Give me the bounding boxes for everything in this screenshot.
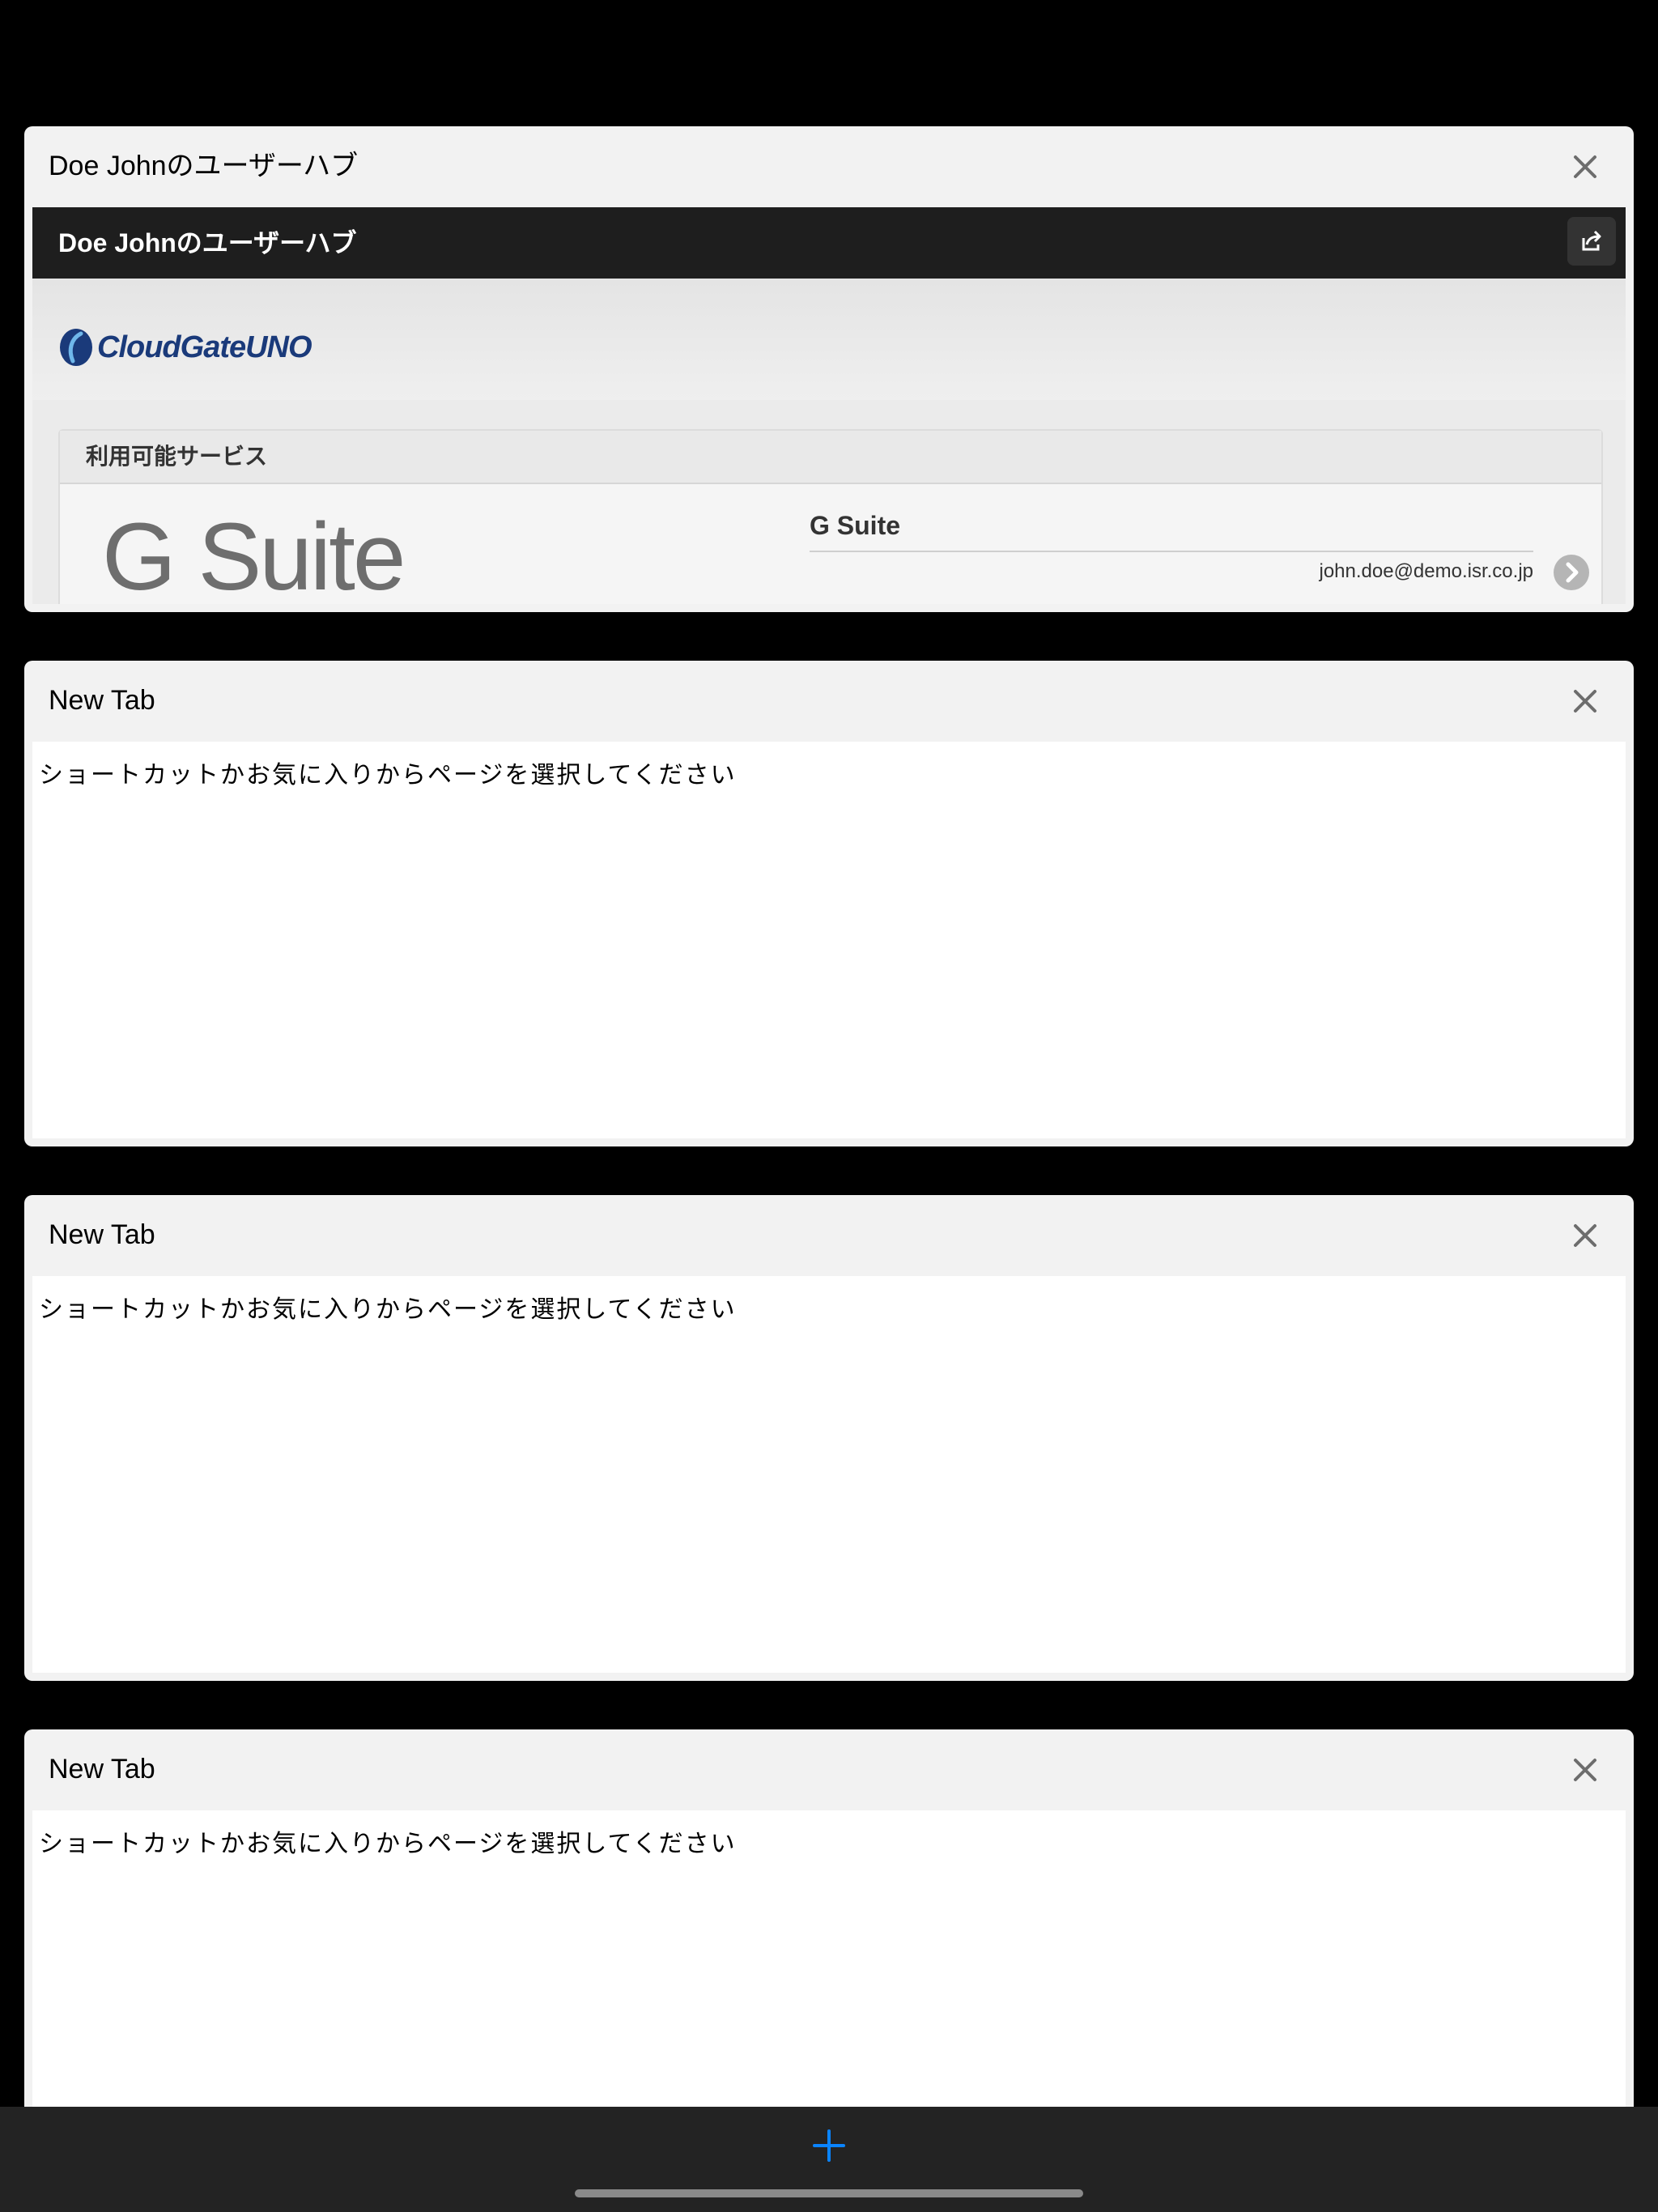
divider	[810, 551, 1533, 552]
tab-title: Doe Johnのユーザーハブ	[49, 151, 359, 181]
logo-text: CloudGateUNO	[97, 330, 312, 364]
available-services-panel: 利用可能サービス G Suite G Suite john.doe@demo.i…	[58, 429, 1603, 604]
tab-header: New Tab	[24, 1195, 1634, 1276]
close-icon[interactable]	[1567, 1218, 1603, 1253]
gsuite-logo: G Suite	[102, 504, 406, 604]
tab-card-user-hub[interactable]: Doe Johnのユーザーハブ Doe Johnのユーザーハブ CloudGat…	[24, 126, 1634, 612]
share-icon	[1582, 230, 1601, 251]
services-header: 利用可能サービス	[60, 431, 1601, 484]
close-icon[interactable]	[1567, 683, 1603, 719]
tab-title: New Tab	[49, 1219, 155, 1250]
service-account: john.doe@demo.isr.co.jp	[1319, 560, 1533, 582]
tab-title: New Tab	[49, 1754, 155, 1784]
add-tab-button[interactable]	[811, 2128, 847, 2163]
service-row-gsuite[interactable]: G Suite john.doe@demo.isr.co.jp	[810, 508, 1603, 604]
tab-preview[interactable]: ショートカットかお気に入りからページを選択してください	[32, 1276, 1626, 1673]
service-name: G Suite	[810, 511, 901, 540]
home-indicator[interactable]	[575, 2189, 1083, 2197]
close-icon[interactable]	[1567, 1752, 1603, 1788]
plus-icon	[813, 2129, 845, 2162]
empty-page-message: ショートカットかお気に入りからページを選択してください	[39, 761, 737, 789]
tab-header: Doe Johnのユーザーハブ	[24, 126, 1634, 207]
tab-preview[interactable]: Doe Johnのユーザーハブ CloudGateUNO 利用可能サービス G …	[32, 207, 1626, 604]
empty-page-message: ショートカットかお気に入りからページを選択してください	[39, 1830, 737, 1858]
tab-card-new-tab[interactable]: New Tab ショートカットかお気に入りからページを選択してください	[24, 661, 1634, 1146]
chevron-right-circle-icon[interactable]	[1553, 554, 1590, 591]
tab-header: New Tab	[24, 661, 1634, 742]
tab-preview[interactable]: ショートカットかお気に入りからページを選択してください	[32, 742, 1626, 1138]
hub-header-bar: Doe Johnのユーザーハブ	[32, 207, 1626, 279]
tab-header: New Tab	[24, 1729, 1634, 1810]
bottom-toolbar	[0, 2107, 1658, 2212]
tab-switcher: Doe Johnのユーザーハブ Doe Johnのユーザーハブ CloudGat…	[0, 0, 1658, 2212]
empty-page-message: ショートカットかお気に入りからページを選択してください	[39, 1295, 737, 1324]
close-icon[interactable]	[1567, 149, 1603, 185]
logo-area: CloudGateUNO	[32, 279, 1626, 400]
hub-title: Doe Johnのユーザーハブ	[58, 228, 357, 257]
tab-title: New Tab	[49, 685, 155, 716]
share-button[interactable]	[1567, 217, 1616, 266]
cloudgate-logo-icon	[60, 329, 92, 366]
services-label: 利用可能サービス	[86, 444, 268, 469]
tab-card-new-tab[interactable]: New Tab ショートカットかお気に入りからページを選択してください	[24, 1195, 1634, 1681]
